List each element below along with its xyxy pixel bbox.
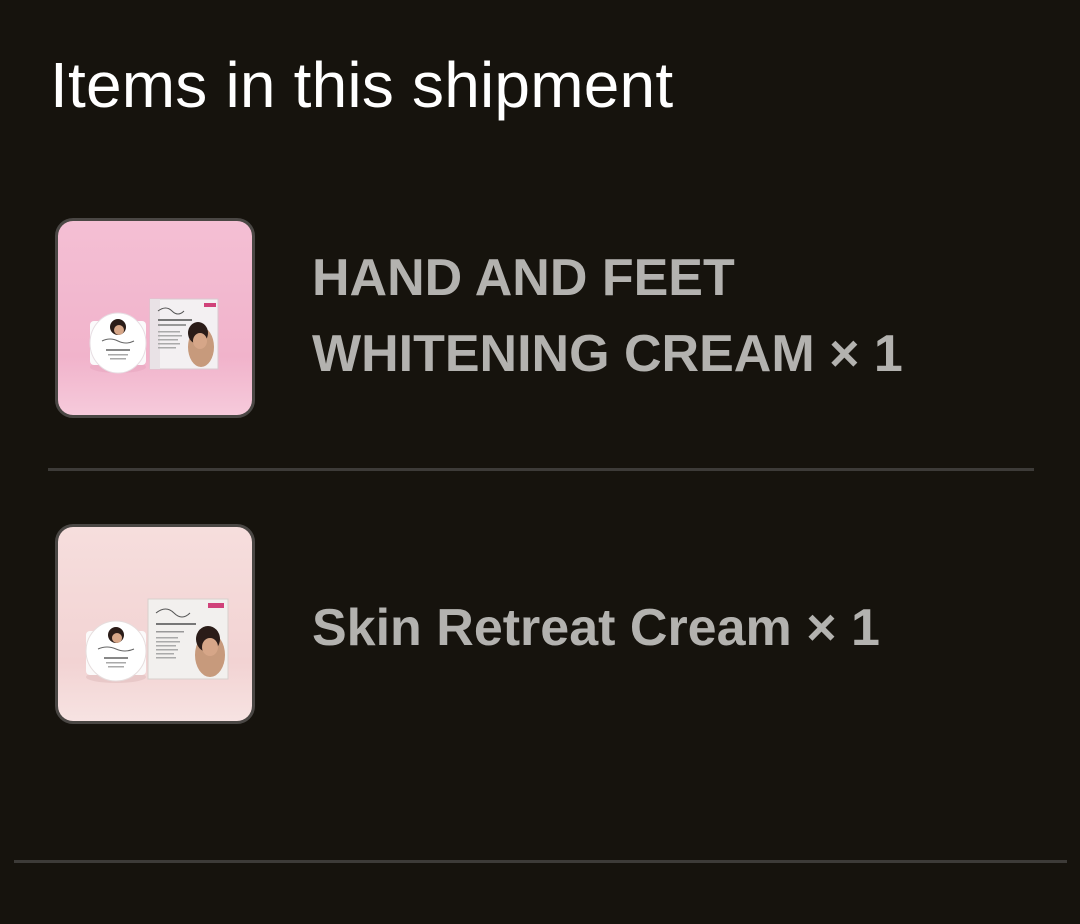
item-divider <box>48 468 1034 471</box>
product-thumbnail[interactable] <box>55 218 255 418</box>
page-title: Items in this shipment <box>50 49 674 121</box>
shipment-item[interactable]: Skin Retreat Cream × 1 <box>0 524 1080 724</box>
product-photo <box>58 221 252 415</box>
section-divider <box>14 860 1067 863</box>
shipment-item[interactable]: HAND AND FEET WHITENING CREAM × 1 <box>0 218 1080 418</box>
shipment-items-page: Items in this shipment HAND AND FEET WHI… <box>0 0 1080 924</box>
item-name: HAND AND FEET WHITENING CREAM × 1 <box>312 240 1012 392</box>
item-name: Skin Retreat Cream × 1 <box>312 599 880 657</box>
product-photo <box>58 527 252 721</box>
product-thumbnail[interactable] <box>55 524 255 724</box>
item-name-line1: HAND AND FEET <box>312 249 735 307</box>
item-name-line2: WHITENING CREAM × 1 <box>312 325 903 383</box>
